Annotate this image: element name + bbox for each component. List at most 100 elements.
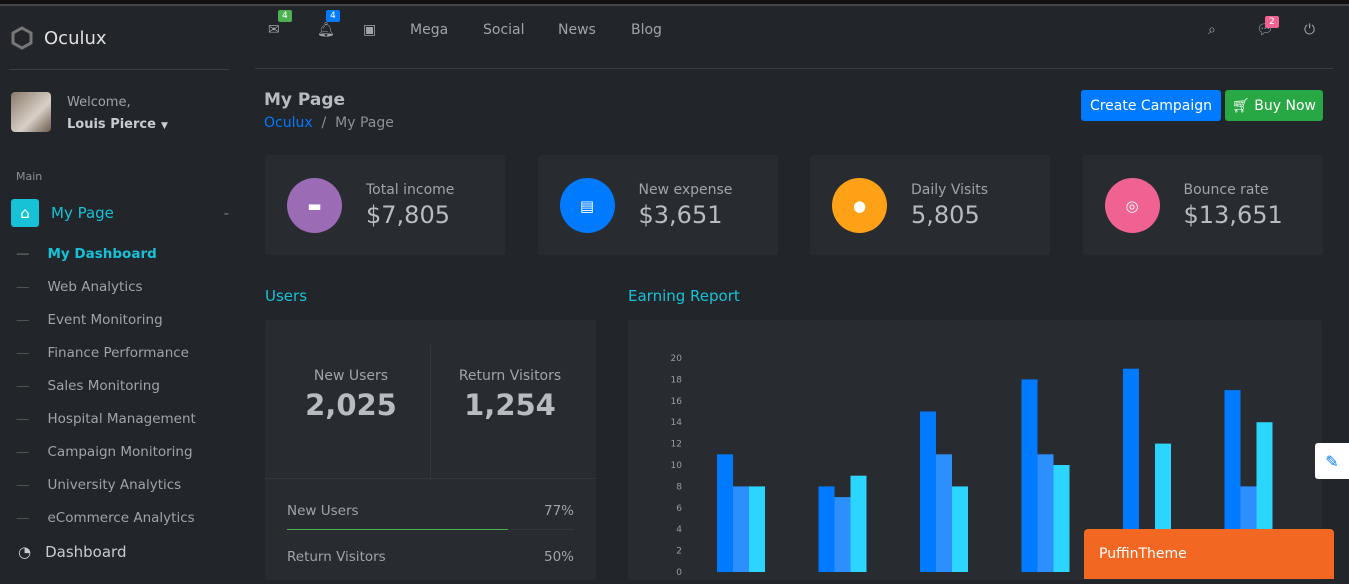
breadcrumb-root[interactable]: Oculux	[264, 115, 313, 131]
dash-icon: —	[16, 345, 30, 361]
sidebar-item-my-page[interactable]: ⌂ My Page -	[11, 199, 229, 227]
divider	[265, 478, 596, 479]
sidebar-item-dashboard[interactable]: ◔ Dashboard	[18, 543, 126, 561]
stat-value: $13,651	[1183, 201, 1283, 229]
users-card: New Users 2,025 Return Visitors 1,254 Ne…	[265, 320, 596, 580]
bell-icon[interactable]: 🔔︎	[317, 22, 335, 38]
bell-badge: 4	[326, 10, 340, 22]
progress-label: New Users	[287, 503, 359, 519]
sidebar-subitem[interactable]: — Campaign Monitoring	[16, 444, 193, 460]
stat-label: Total income	[366, 182, 455, 198]
bar	[717, 454, 733, 572]
sidebar-subitem[interactable]: — Web Analytics	[16, 279, 143, 295]
sidebar-item-label: My Page	[51, 204, 114, 222]
sidebar-subitem-label: Campaign Monitoring	[47, 444, 193, 460]
puffintheme-banner[interactable]: PuffinTheme	[1084, 529, 1334, 579]
home-icon: ⌂	[11, 199, 39, 227]
user-name: Louis Pierce	[67, 117, 156, 132]
sidebar-subitem[interactable]: — Event Monitoring	[16, 312, 163, 328]
caret-down-icon: ▼	[161, 121, 168, 131]
theme-settings-button[interactable]: ✎	[1315, 443, 1349, 479]
stat-card: ▤ New expense $3,651	[537, 155, 778, 255]
y-tick-label: 4	[676, 525, 682, 535]
return-visitors-value: 1,254	[464, 388, 556, 422]
sidebar-subitem-label: Sales Monitoring	[47, 378, 160, 394]
y-tick-label: 2	[676, 547, 682, 557]
new-users-value: 2,025	[305, 388, 397, 422]
buy-now-label: Buy Now	[1254, 97, 1316, 114]
stat-label: Bounce rate	[1183, 182, 1269, 198]
power-icon[interactable]: ⏻	[1304, 22, 1315, 38]
bar	[834, 497, 851, 572]
sidebar-subitem-label: Hospital Management	[47, 411, 196, 427]
collapse-icon: -	[223, 204, 229, 222]
y-tick-label: 10	[671, 461, 683, 471]
create-campaign-button[interactable]: Create Campaign	[1081, 90, 1221, 121]
briefcase-icon: ▬	[287, 178, 342, 233]
progress-pct: 77%	[543, 503, 574, 519]
bar	[952, 486, 968, 572]
dash-icon: —	[16, 477, 30, 493]
bar	[850, 475, 867, 572]
avatar[interactable]	[11, 92, 51, 132]
sidebar-subitem[interactable]: — University Analytics	[16, 477, 181, 493]
brand-logo[interactable]: Oculux	[10, 26, 107, 50]
sidebar-subitem[interactable]: — Sales Monitoring	[16, 378, 160, 394]
stat-label: Daily Visits	[911, 182, 988, 198]
bar	[1053, 465, 1070, 572]
y-tick-label: 18	[671, 375, 683, 385]
breadcrumb: Oculux / My Page	[264, 115, 394, 131]
sidebar-subitem-label: Finance Performance	[47, 345, 190, 361]
bar	[749, 486, 765, 572]
dash-icon: —	[16, 279, 30, 295]
gauge-icon: ◔	[18, 543, 32, 561]
nav-mega[interactable]: Mega	[410, 22, 448, 38]
progress-label: Return Visitors	[287, 549, 386, 565]
sidebar-subitem[interactable]: — eCommerce Analytics	[16, 510, 195, 526]
return-visitors-label: Return Visitors	[458, 368, 562, 384]
sidebar-subitem[interactable]: — My Dashboard	[16, 246, 157, 262]
mail-icon[interactable]: ✉	[268, 22, 280, 38]
translate-icon[interactable]: ▣	[363, 22, 376, 38]
sidebar-subitem-label: University Analytics	[47, 477, 182, 493]
y-tick-label: 6	[676, 504, 682, 514]
sidebar-subitem-label: eCommerce Analytics	[47, 510, 195, 526]
nav-news[interactable]: News	[558, 22, 596, 38]
user-panel: Welcome, Louis Pierce ▼	[11, 92, 168, 132]
bar	[1021, 379, 1038, 572]
stat-value: $3,651	[638, 201, 723, 229]
y-tick-label: 16	[671, 397, 683, 407]
stat-card: ◎ Bounce rate $13,651	[1082, 155, 1323, 255]
dash-icon: —	[16, 246, 30, 262]
earning-report-title: Earning Report	[628, 287, 740, 305]
y-tick-label: 14	[671, 418, 683, 428]
stat-value: $7,805	[366, 201, 450, 229]
sidebar-item-label: Dashboard	[45, 543, 127, 561]
dash-icon: —	[16, 378, 30, 394]
users-title: Users	[265, 287, 308, 305]
magic-wand-icon: ✎	[1325, 451, 1339, 471]
sidebar-subitem[interactable]: — Hospital Management	[16, 411, 196, 427]
user-menu[interactable]: Louis Pierce ▼	[67, 113, 168, 132]
page-title: My Page	[264, 90, 346, 110]
sidebar-subitem-label: My Dashboard	[47, 246, 157, 262]
bar	[733, 486, 749, 572]
nav-blog[interactable]: Blog	[631, 22, 662, 38]
welcome-text: Welcome,	[67, 95, 131, 110]
dash-icon: —	[16, 510, 30, 526]
brand-name: Oculux	[44, 27, 107, 49]
stat-card: ▬ Total income $7,805	[265, 155, 505, 255]
progress-fill	[287, 529, 508, 530]
progress-pct: 50%	[543, 549, 574, 565]
y-tick-label: 8	[676, 482, 682, 492]
search-icon[interactable]: ⌕	[1208, 22, 1216, 38]
bar	[920, 411, 936, 572]
nav-social[interactable]: Social	[483, 22, 525, 38]
y-tick-label: 0	[676, 568, 682, 578]
sidebar-subitem[interactable]: — Finance Performance	[16, 345, 189, 361]
cart-icon: 🛒︎	[1232, 97, 1250, 114]
stat-card: ● Daily Visits 5,805	[810, 155, 1050, 255]
divider	[9, 69, 229, 70]
sidebar-subitem-label: Web Analytics	[47, 279, 143, 295]
buy-now-button[interactable]: 🛒︎ Buy Now	[1225, 90, 1323, 121]
